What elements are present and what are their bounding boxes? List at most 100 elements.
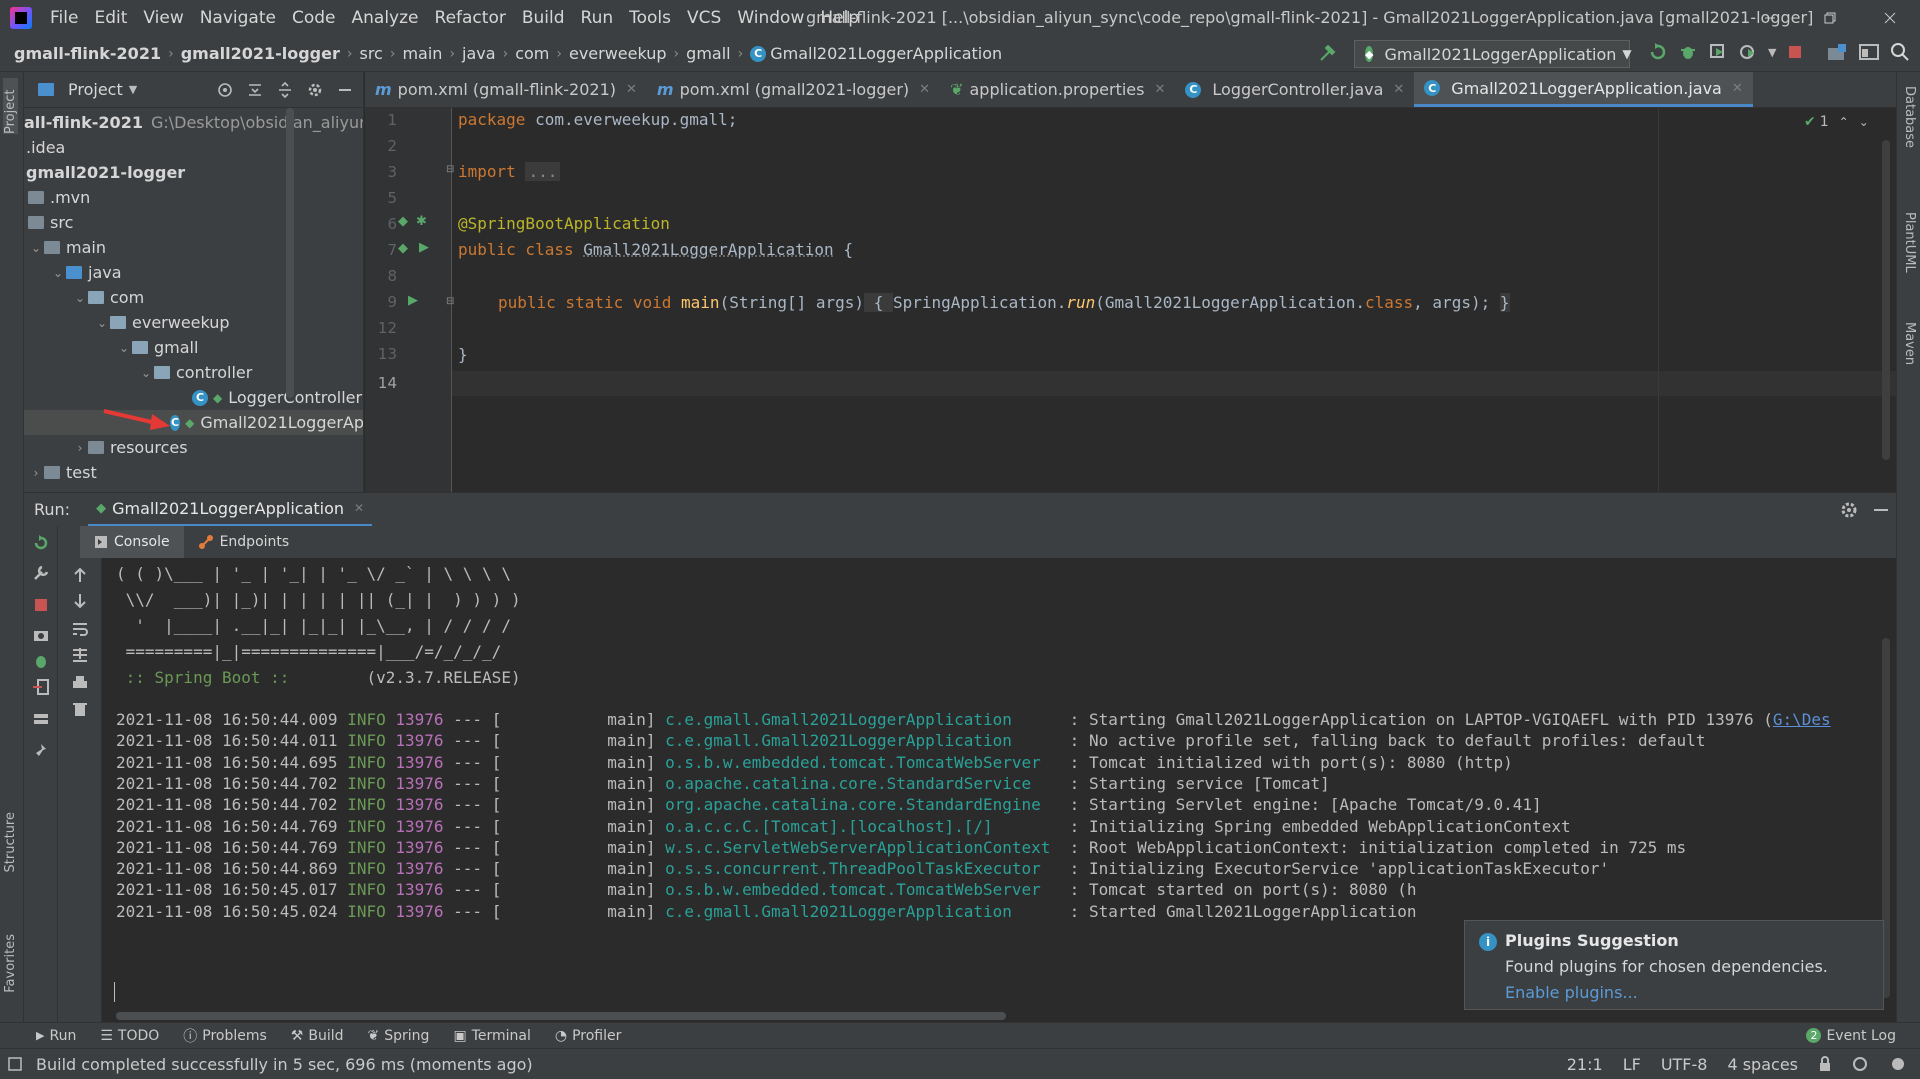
debug-bug-icon[interactable]: [32, 652, 50, 670]
profile-icon[interactable]: [1738, 42, 1758, 62]
more-run-options-icon[interactable]: ▼: [1768, 46, 1776, 59]
soft-wrap-icon[interactable]: [71, 620, 89, 638]
scroll-to-end-icon[interactable]: [71, 646, 89, 664]
tab-application-properties[interactable]: ❦ application.properties ✕: [940, 72, 1175, 107]
tab-gmall2021loggerapplication[interactable]: C Gmall2021LoggerApplication.java ✕: [1414, 72, 1753, 107]
tree-item-src[interactable]: src: [28, 210, 73, 235]
breadcrumb-src[interactable]: src: [359, 44, 382, 63]
chevron-down-icon[interactable]: ⌄: [116, 341, 132, 355]
git-branch-icon[interactable]: [1852, 1056, 1870, 1072]
breadcrumb-module[interactable]: gmall2021-logger: [181, 44, 340, 63]
close-tab-icon[interactable]: ✕: [1154, 82, 1165, 97]
chevron-down-icon[interactable]: ⌄: [1859, 115, 1869, 129]
tree-item-loggercontroller[interactable]: C ◆ LoggerController: [192, 385, 362, 410]
tree-item-everweekup[interactable]: ⌄ everweekup: [94, 310, 230, 335]
spring-bean-gutter-icon[interactable]: ◆: [398, 214, 408, 229]
tab-pom-root[interactable]: m pom.xml (gmall-flink-2021) ✕: [365, 72, 647, 107]
line-separator[interactable]: LF: [1623, 1055, 1641, 1074]
project-view-selector[interactable]: Project: [68, 80, 123, 99]
lock-icon[interactable]: [1818, 1056, 1832, 1072]
minimize-button[interactable]: [1740, 0, 1800, 36]
enable-plugins-link[interactable]: Enable plugins...: [1505, 983, 1638, 1002]
pin-icon[interactable]: [32, 742, 50, 760]
run-tab[interactable]: ◆ Gmall2021LoggerApplication ✕: [88, 493, 373, 527]
fold-icon[interactable]: ⊟: [446, 164, 454, 175]
tree-item-gmall2021-logger[interactable]: gmall2021-logger: [26, 160, 185, 185]
tree-item-main[interactable]: ⌄ main: [28, 235, 106, 260]
tree-item-resources[interactable]: › resources: [72, 435, 188, 460]
settings-gear-icon[interactable]: [1840, 501, 1858, 519]
tree-item-gmall[interactable]: ⌄ gmall: [116, 335, 198, 360]
project-structure-icon[interactable]: [1826, 42, 1848, 62]
spring-gutter-icon[interactable]: ✱: [416, 214, 427, 229]
fold-icon[interactable]: ⊟: [446, 296, 454, 307]
toggle-presentation-icon[interactable]: [1858, 42, 1880, 62]
spring-bean-gutter-icon[interactable]: ◆: [398, 241, 408, 256]
collapse-all-icon[interactable]: [277, 81, 293, 98]
menu-edit[interactable]: Edit: [86, 8, 135, 28]
caret-position[interactable]: 21:1: [1567, 1055, 1603, 1074]
chevron-down-icon[interactable]: ▼: [129, 83, 137, 96]
tree-item-gmall2021loggerapplication[interactable]: C ◆ Gmall2021LoggerAp: [24, 410, 363, 435]
run-configuration-select[interactable]: ◆ Gmall2021LoggerApplication ▼: [1354, 40, 1632, 68]
restore-button[interactable]: [1800, 0, 1860, 36]
plantuml-tool-tab[interactable]: PlantUML: [1902, 212, 1917, 273]
terminal-tool-button[interactable]: ▣ Terminal: [453, 1028, 530, 1044]
editor-scrollbar[interactable]: [1882, 140, 1890, 460]
trash-icon[interactable]: [71, 700, 89, 718]
maven-tool-tab[interactable]: Maven: [1902, 322, 1917, 365]
wrench-icon[interactable]: [32, 564, 50, 582]
status-toggle-icon[interactable]: [8, 1057, 22, 1071]
database-tool-tab[interactable]: Database: [1902, 86, 1917, 148]
menu-build[interactable]: Build: [514, 8, 573, 28]
log-path-link[interactable]: G:\Des: [1773, 710, 1831, 729]
status-message[interactable]: Build completed successfully in 5 sec, 6…: [36, 1055, 533, 1074]
close-tab-icon[interactable]: ✕: [626, 82, 637, 97]
expand-all-icon[interactable]: [247, 82, 263, 98]
close-tab-icon[interactable]: ✕: [354, 501, 364, 515]
favorites-tool-tab[interactable]: Favorites: [3, 934, 18, 993]
menu-window[interactable]: Window: [729, 8, 812, 28]
menu-tools[interactable]: Tools: [621, 8, 679, 28]
chevron-right-icon[interactable]: ›: [72, 441, 88, 455]
breadcrumb-everweekup[interactable]: everweekup: [569, 44, 667, 63]
tree-item-mvn[interactable]: .mvn: [28, 185, 90, 210]
structure-tool-tab[interactable]: Structure: [3, 812, 18, 872]
menu-code[interactable]: Code: [284, 8, 344, 28]
camera-icon[interactable]: [32, 626, 50, 644]
folded-imports[interactable]: ...: [525, 162, 561, 181]
tree-item-controller[interactable]: ⌄ controller: [138, 360, 252, 385]
chevron-down-icon[interactable]: ⌄: [50, 266, 66, 280]
stop-icon[interactable]: [1786, 43, 1804, 61]
search-icon[interactable]: [1890, 42, 1910, 62]
chevron-down-icon[interactable]: ⌄: [94, 316, 110, 330]
debug-bug-icon[interactable]: [1678, 42, 1698, 62]
login-icon[interactable]: [32, 678, 50, 696]
chevron-down-icon[interactable]: ⌄: [138, 366, 154, 380]
run-tool-button[interactable]: ▶ Run: [36, 1028, 76, 1044]
arrow-up-icon[interactable]: [71, 566, 89, 584]
tab-loggercontroller[interactable]: C LoggerController.java ✕: [1175, 72, 1414, 107]
file-encoding[interactable]: UTF-8: [1661, 1055, 1708, 1074]
endpoints-tab[interactable]: Endpoints: [184, 526, 304, 558]
menu-vcs[interactable]: VCS: [679, 8, 729, 28]
breadcrumb-gmall[interactable]: gmall: [686, 44, 730, 63]
menu-refactor[interactable]: Refactor: [427, 8, 514, 28]
console-horizontal-scrollbar[interactable]: [116, 1012, 1006, 1020]
problems-tool-button[interactable]: ⓘ Problems: [183, 1026, 267, 1046]
menu-analyze[interactable]: Analyze: [344, 8, 427, 28]
event-log-button[interactable]: 2 Event Log: [1806, 1028, 1896, 1044]
locate-file-icon[interactable]: [217, 82, 233, 98]
run-gutter-icon[interactable]: ▶: [408, 293, 418, 308]
console-tab[interactable]: Console: [80, 526, 184, 558]
rerun-icon[interactable]: [32, 534, 50, 552]
project-scrollbar[interactable]: [286, 108, 294, 398]
breadcrumb-main[interactable]: main: [402, 44, 442, 63]
close-tab-icon[interactable]: ✕: [1732, 81, 1743, 96]
tab-pom-logger[interactable]: m pom.xml (gmall2021-logger) ✕: [647, 72, 940, 107]
indent-setting[interactable]: 4 spaces: [1727, 1055, 1798, 1074]
breadcrumb-java[interactable]: java: [462, 44, 496, 63]
inspection-widget[interactable]: ✔ 1 ⌃ ⌄: [1804, 114, 1869, 130]
settings-gear-icon[interactable]: [307, 82, 323, 98]
menu-navigate[interactable]: Navigate: [192, 8, 284, 28]
